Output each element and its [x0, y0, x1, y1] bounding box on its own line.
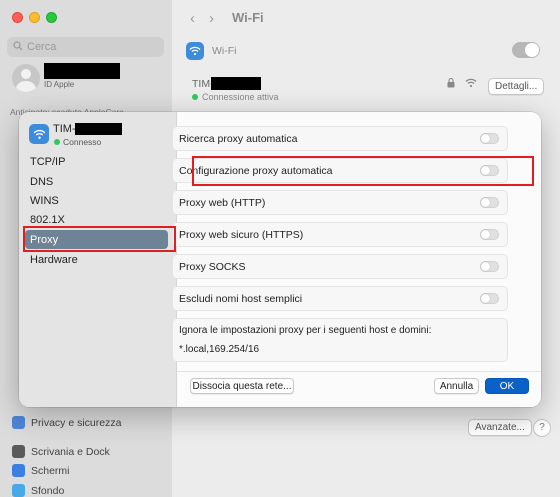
details-button[interactable]: Dettagli...: [488, 78, 545, 95]
help-button[interactable]: ?: [533, 419, 551, 437]
secure-web-proxy-https-toggle[interactable]: [480, 229, 499, 240]
wifi-toggle[interactable]: [512, 42, 540, 58]
web-proxy-http-toggle[interactable]: [480, 197, 499, 208]
nav-item-dns[interactable]: DNS: [25, 172, 168, 191]
sidebar-item-desktop-dock[interactable]: Scrivania e Dock: [12, 445, 110, 458]
sidebar-item-privacy[interactable]: Privacy e sicurezza: [12, 416, 121, 429]
apple-id-label: ID Apple: [44, 80, 75, 89]
wifi-signal-icon: [465, 78, 477, 91]
search-field[interactable]: Cerca: [7, 37, 164, 57]
lock-icon: [447, 77, 455, 91]
option-secure-web-proxy-https: Proxy web sicuro (HTTPS): [172, 222, 508, 247]
sidebar-item-label: Sfondo: [31, 484, 65, 497]
back-arrow-icon[interactable]: ‹: [190, 10, 195, 27]
socks-proxy-toggle[interactable]: [480, 261, 499, 272]
advanced-button[interactable]: Avanzate...: [468, 419, 532, 436]
highlight-auto-proxy-config: [192, 156, 534, 186]
sidebar-item-label: Scrivania e Dock: [31, 445, 110, 458]
sidebar-item-label: Schermi: [31, 464, 70, 477]
sheet-sidebar: TIM- Connesso TCP/IP DNS WINS 802.1X Pro…: [19, 112, 177, 407]
search-icon: [13, 40, 23, 54]
wallpaper-icon: [12, 484, 25, 497]
option-exclude-simple-hostnames: Escludi nomi host semplici: [172, 286, 508, 311]
redacted-network-name: [211, 77, 261, 90]
cancel-button[interactable]: Annulla: [434, 378, 479, 394]
option-auto-proxy-discovery: Ricerca proxy automatica: [172, 126, 508, 151]
auto-proxy-discovery-toggle[interactable]: [480, 133, 499, 144]
nav-item-tcpip[interactable]: TCP/IP: [25, 152, 168, 171]
zoom-window-button[interactable]: [46, 12, 57, 23]
bypass-hosts-field[interactable]: Ignora le impostazioni proxy per i segue…: [172, 318, 508, 362]
ok-button[interactable]: OK: [485, 378, 529, 394]
window-controls: [12, 12, 57, 23]
network-status-icons: [447, 77, 477, 91]
disconnect-network-button[interactable]: Dissocia questa rete...: [190, 378, 294, 394]
option-label: Proxy SOCKS: [179, 260, 246, 273]
window-title: Wi-Fi: [232, 10, 264, 25]
network-status: Connessione attiva: [192, 92, 279, 102]
wifi-label: Wi-Fi: [212, 45, 237, 57]
connected-indicator-icon: [54, 139, 60, 145]
bypass-hosts-label: Ignora le impostazioni proxy per i segue…: [179, 325, 432, 336]
nav-item-wins[interactable]: WINS: [25, 191, 168, 210]
connected-indicator-icon: [192, 94, 198, 100]
sidebar-item-displays[interactable]: Schermi: [12, 464, 70, 477]
bypass-hosts-value: *.local,169.254/16: [179, 344, 260, 355]
highlight-proxy-nav: [23, 226, 176, 252]
sidebar-item-wallpaper[interactable]: Sfondo: [12, 484, 64, 497]
search-placeholder: Cerca: [27, 41, 57, 53]
redacted-network-name: [75, 123, 122, 135]
wifi-toggle-row: Wi-Fi: [186, 40, 548, 62]
sheet-network-status: Connesso: [54, 137, 101, 147]
redacted-user-name: [44, 63, 120, 79]
option-socks-proxy: Proxy SOCKS: [172, 254, 508, 279]
sidebar-item-label: Privacy e sicurezza: [31, 416, 122, 429]
option-label: Escludi nomi host semplici: [179, 292, 303, 305]
navigation-arrows: ‹ ›: [190, 10, 214, 27]
wifi-icon: [186, 42, 204, 60]
sheet-network-header: [29, 124, 49, 144]
option-label: Ricerca proxy automatica: [179, 132, 298, 145]
forward-arrow-icon[interactable]: ›: [209, 10, 214, 27]
option-label: Proxy web (HTTP): [179, 196, 266, 209]
exclude-simple-hostnames-toggle[interactable]: [480, 293, 499, 304]
nav-item-hardware[interactable]: Hardware: [25, 250, 168, 269]
minimize-window-button[interactable]: [29, 12, 40, 23]
close-window-button[interactable]: [12, 12, 23, 23]
dock-icon: [12, 445, 25, 458]
wifi-icon: [29, 124, 49, 144]
option-label: Proxy web sicuro (HTTPS): [179, 228, 304, 241]
display-icon: [12, 464, 25, 477]
sheet-network-name: TIM-: [53, 123, 76, 135]
footer-divider: [177, 371, 541, 372]
option-web-proxy-http: Proxy web (HTTP): [172, 190, 508, 215]
hand-icon: [12, 416, 25, 429]
user-avatar[interactable]: [12, 64, 40, 92]
